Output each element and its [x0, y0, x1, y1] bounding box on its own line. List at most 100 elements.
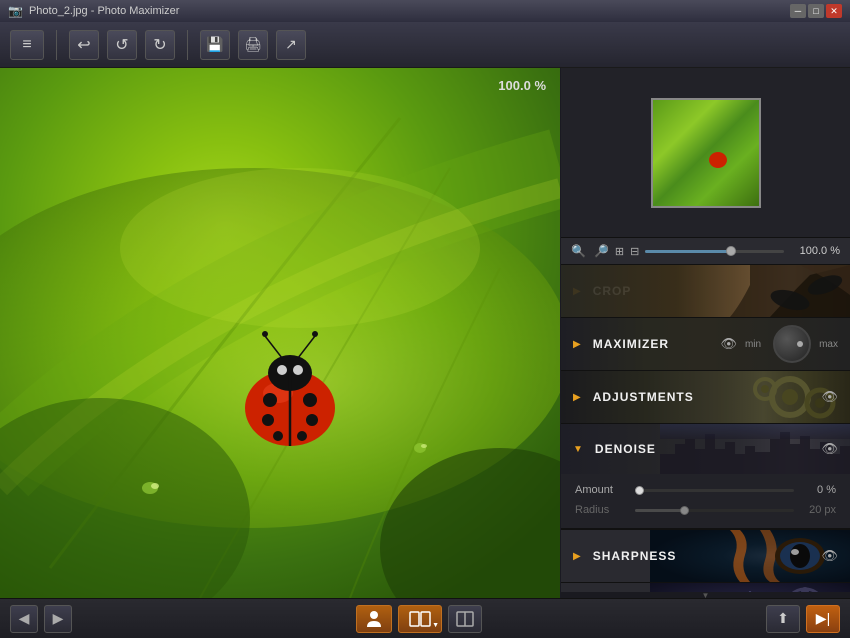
export-button[interactable]: ↗	[276, 30, 306, 60]
bottom-bar: ◀ ▶ ▼ ⬆ ▶|	[0, 598, 850, 638]
radius-row: Radius 20 px	[561, 500, 850, 520]
maximize-button[interactable]: □	[808, 4, 824, 18]
photo-area: 100.0 %	[0, 68, 560, 598]
radius-thumb[interactable]	[680, 506, 689, 515]
radius-value: 20 px	[802, 504, 836, 516]
radius-fill	[635, 509, 683, 512]
maximizer-eye-icon[interactable]: 👁	[720, 336, 737, 352]
maximizer-min-label: min	[745, 339, 761, 350]
denoise-label: DENOISE	[595, 442, 814, 456]
toolbar-separator-2	[187, 30, 188, 60]
thumbnail-image	[653, 100, 759, 206]
export-icon: ↗	[285, 36, 297, 53]
adjustments-label: ADJUSTMENTS	[593, 390, 814, 404]
maximizer-section-header[interactable]: ▶ MAXIMIZER 👁 min max	[561, 318, 850, 370]
adjustments-section: ▶ ADJUSTMENTS 👁	[561, 371, 850, 424]
amount-label: Amount	[575, 484, 627, 496]
compare-icon	[409, 610, 431, 628]
menu-button[interactable]: ≡	[10, 30, 44, 60]
fit-icon[interactable]: ⊞	[615, 245, 624, 258]
toolbar: ≡ ↩ ↺ ↻ 💾 🖨 ↗	[0, 22, 850, 68]
main-content: 100.0 % 🔍 🔎 ⊞ ⊟ 100.0 %	[0, 68, 850, 598]
menu-icon: ≡	[22, 36, 31, 54]
filmgrain-section: ▶ FILM GRAIN 👁	[561, 583, 850, 592]
zoom-reset-icon[interactable]: ⊟	[630, 245, 639, 258]
zoom-in-icon[interactable]: 🔎	[594, 244, 609, 258]
toolbar-separator-1	[56, 30, 57, 60]
title-bar-left: 📷 Photo_2.jpg - Photo Maximizer	[8, 4, 179, 18]
filmgrain-section-header[interactable]: ▶ FILM GRAIN 👁	[561, 583, 850, 592]
title-bar: 📷 Photo_2.jpg - Photo Maximizer ─ □ ✕	[0, 0, 850, 22]
exit-icon: ▶|	[816, 610, 830, 627]
save-button[interactable]: 💾	[200, 30, 230, 60]
title-bar-buttons: ─ □ ✕	[790, 4, 842, 18]
person-icon	[365, 610, 383, 628]
zoom-out-icon[interactable]: 🔍	[571, 244, 586, 258]
amount-row: Amount 0 %	[561, 480, 850, 500]
undo-icon: ↩	[77, 35, 90, 55]
knob-indicator	[797, 341, 803, 347]
upload-icon: ⬆	[777, 610, 789, 627]
sharpness-section-header[interactable]: ▶ SHARPNESS 👁	[561, 530, 850, 582]
next-icon: ▶	[53, 610, 64, 627]
crop-background-image	[561, 265, 850, 317]
amount-value: 0 %	[802, 484, 836, 496]
adjustments-section-header[interactable]: ▶ ADJUSTMENTS 👁	[561, 371, 850, 423]
sharpness-expand-icon: ▶	[573, 551, 581, 562]
adjustments-eye-icon[interactable]: 👁	[821, 389, 838, 405]
upload-button[interactable]: ⬆	[766, 605, 800, 633]
panel-sections: ▶ CROP ▶ MAXIMIZER 👁 min max	[561, 265, 850, 592]
radius-label: Radius	[575, 504, 627, 516]
zoom-percent: 100.0 %	[498, 78, 546, 93]
undo2-button[interactable]: ↺	[107, 30, 137, 60]
denoise-controls: Amount 0 % Radius 20 px	[561, 474, 850, 529]
denoise-expand-icon: ▼	[573, 444, 583, 455]
app-icon: 📷	[8, 4, 23, 18]
next-button[interactable]: ▶	[44, 605, 72, 633]
undo2-icon: ↺	[115, 35, 128, 55]
crop-section: ▶ CROP	[561, 265, 850, 318]
zoom-slider-thumb[interactable]	[726, 246, 736, 256]
zoom-slider[interactable]	[645, 250, 784, 253]
denoise-section: ▼ DENOISE 👁 Amount 0 % Radi	[561, 424, 850, 530]
split-tool-button[interactable]	[448, 605, 482, 633]
maximizer-label: MAXIMIZER	[593, 337, 713, 351]
compare-dropdown-icon: ▼	[432, 622, 439, 629]
photo-svg	[0, 68, 560, 598]
print-button[interactable]: 🖨	[238, 30, 268, 60]
undo-button[interactable]: ↩	[69, 30, 99, 60]
scroll-indicator: ▼	[561, 592, 850, 598]
maximizer-knob[interactable]	[773, 325, 811, 363]
sharpness-label: SHARPNESS	[593, 549, 814, 563]
thumbnail-area	[561, 68, 850, 238]
prev-button[interactable]: ◀	[10, 605, 38, 633]
denoise-eye-icon[interactable]: 👁	[821, 441, 838, 457]
crop-section-header[interactable]: ▶ CROP	[561, 265, 850, 317]
zoom-slider-fill	[645, 250, 728, 253]
thumbnail-frame	[651, 98, 761, 208]
photo-container	[0, 68, 560, 598]
prev-icon: ◀	[19, 610, 30, 627]
amount-slider[interactable]	[635, 489, 794, 492]
maximizer-max-label: max	[819, 339, 838, 350]
person-tool-button[interactable]	[356, 605, 392, 633]
close-button[interactable]: ✕	[826, 4, 842, 18]
redo-icon: ↻	[153, 35, 166, 55]
save-icon: 💾	[206, 36, 223, 53]
exit-button[interactable]: ▶|	[806, 605, 840, 633]
minimize-button[interactable]: ─	[790, 4, 806, 18]
radius-slider[interactable]	[635, 509, 794, 512]
zoom-controls: 🔍 🔎 ⊞ ⊟ 100.0 %	[561, 238, 850, 265]
sharpness-section: ▶ SHARPNESS 👁	[561, 530, 850, 583]
denoise-section-header[interactable]: ▼ DENOISE 👁	[561, 424, 850, 474]
maximizer-section: ▶ MAXIMIZER 👁 min max	[561, 318, 850, 371]
compare-tool-button[interactable]: ▼	[398, 605, 442, 633]
sharpness-eye-icon[interactable]: 👁	[821, 548, 838, 564]
adjustments-expand-icon: ▶	[573, 392, 581, 403]
window-title: Photo_2.jpg - Photo Maximizer	[29, 5, 179, 17]
redo-button[interactable]: ↻	[145, 30, 175, 60]
amount-thumb[interactable]	[635, 486, 644, 495]
print-icon: 🖨	[244, 36, 262, 53]
maximizer-expand-icon: ▶	[573, 339, 581, 350]
right-panel: 🔍 🔎 ⊞ ⊟ 100.0 %	[560, 68, 850, 598]
